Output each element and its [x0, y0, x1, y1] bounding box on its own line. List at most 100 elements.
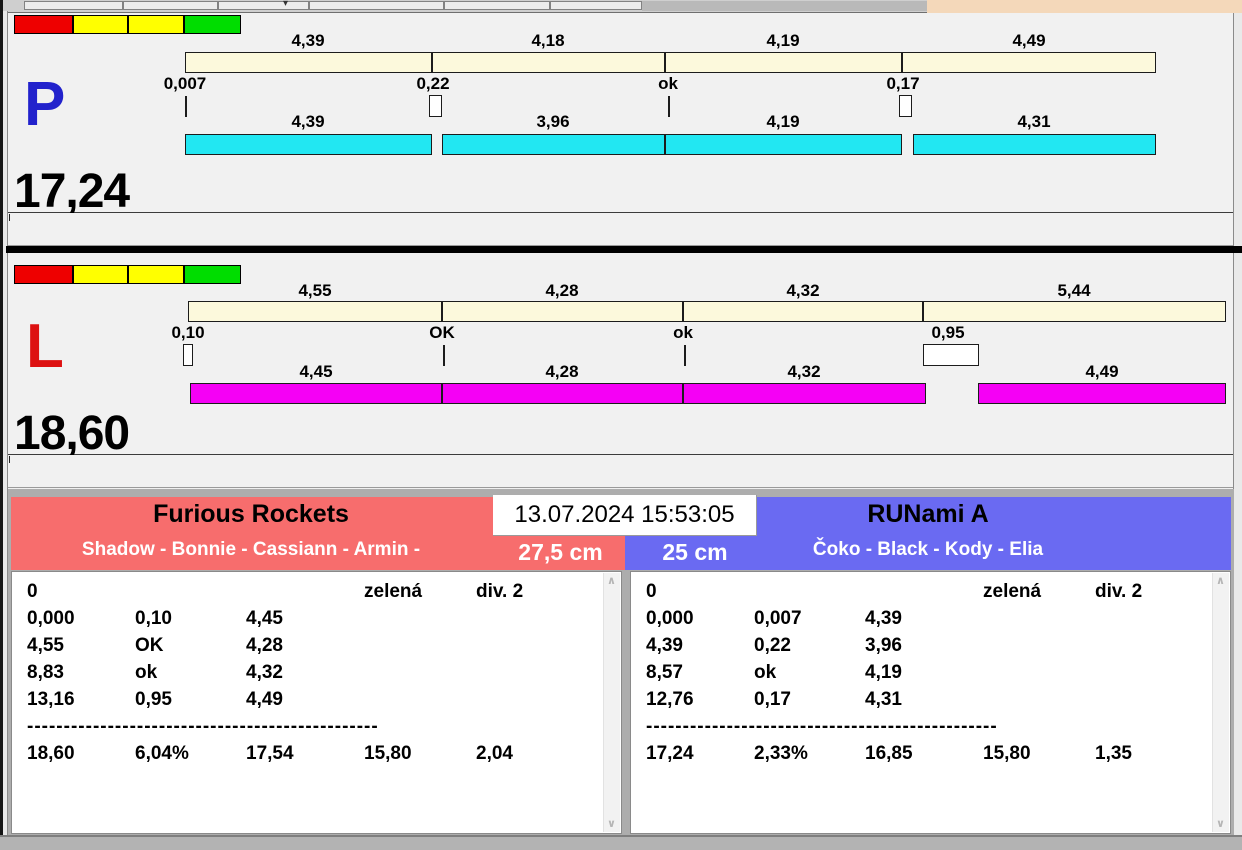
lane-l-run-bar-segment	[442, 383, 683, 404]
scrollbar-down-icon[interactable]: ∨	[604, 816, 619, 832]
lane-p-exchange-label: ok	[658, 74, 678, 93]
lane-p-label: P	[24, 70, 66, 139]
timeline-origin-tick	[9, 214, 10, 221]
lane-l-split-label: 4,55	[298, 281, 332, 300]
table-separator: ----------------------------------------…	[646, 716, 998, 737]
team-right-jump-height: 25 cm	[662, 539, 728, 565]
lane-l-label: L	[26, 312, 64, 381]
net-time: 16,85	[865, 742, 913, 764]
faults-value: 0	[646, 580, 657, 602]
lane-l-split-label: 4,28	[545, 281, 579, 300]
lane-l-run-bar-segment	[683, 383, 926, 404]
swatch-red-icon	[14, 15, 73, 34]
dropdown-arrow-icon[interactable]: ▾	[283, 0, 288, 9]
toolbar-filler	[642, 1, 927, 11]
lane-p-exchange-label: 0,22	[416, 74, 450, 93]
team-right-results-box[interactable]: 0 zelená div. 2 0,000 0,007 4,39 4,39 0,…	[630, 571, 1231, 834]
lane-l-total-time: 18,60	[14, 407, 130, 460]
swatch-yellow-icon	[73, 15, 128, 34]
lane-p-exchange-label: 0,17	[886, 74, 920, 93]
table-row: 12,76 0,17 4,31	[646, 688, 902, 710]
category-value: zelená	[983, 580, 1042, 602]
lane-l-split-label: 4,32	[786, 281, 820, 300]
table-row: 4,55 OK 4,28	[27, 634, 283, 656]
table-separator: ----------------------------------------…	[27, 716, 379, 737]
lane-p-exchange-label: 0,007	[163, 74, 207, 93]
team-left-jump-height: 27,5 cm	[518, 539, 603, 565]
exchange-tick-marker	[668, 96, 670, 117]
table-row: 13,16 0,95 4,49	[27, 688, 283, 710]
lane-p-total-time: 17,24	[14, 165, 130, 218]
lane-l-exchange-label: ok	[673, 323, 693, 342]
team-left-name: Furious Rockets	[153, 500, 349, 528]
net-time: 17,54	[246, 742, 294, 764]
lane-l-split-bar-segment	[923, 301, 1226, 322]
lane-p-run-bar-segment	[665, 134, 902, 155]
lane-l-timeline-strip	[8, 455, 1233, 488]
lane-p-split-label: 4,18	[531, 31, 565, 50]
lane-p-split-label: 4,39	[291, 31, 325, 50]
table-row: 8,83 ok 4,32	[27, 661, 283, 683]
toolbar-segment	[24, 1, 123, 10]
swatch-green-icon	[184, 15, 241, 34]
exchange-window-box	[183, 344, 193, 366]
lane-l-run-bar-segment	[190, 383, 442, 404]
swatch-red-icon	[14, 265, 73, 284]
lane-p-split-bar-segment	[432, 52, 665, 73]
results-panel: Furious Rockets Shadow - Bonnie - Cassia…	[8, 489, 1234, 835]
lane-p-run-label: 4,19	[766, 112, 800, 131]
swatch-yellow-icon	[128, 15, 184, 34]
division-value: div. 2	[1095, 580, 1143, 602]
reference-time: 15,80	[983, 742, 1031, 764]
swatch-green-icon	[184, 265, 241, 284]
window-top-toolbar: ▾	[0, 0, 1242, 13]
lane-l-split-bar-segment	[442, 301, 683, 322]
window-bottom-frame	[0, 835, 1242, 850]
reference-time: 15,80	[364, 742, 412, 764]
vertical-scrollbar[interactable]: ∧ ∨	[1212, 573, 1229, 832]
lane-l-exchange-label: 0,10	[171, 323, 205, 342]
scrollbar-down-icon[interactable]: ∨	[1213, 816, 1228, 832]
scrollbar-up-icon[interactable]: ∧	[604, 573, 619, 589]
table-row: 0 zelená div. 2	[27, 578, 597, 605]
toolbar-segment	[218, 1, 309, 10]
table-summary-row: 18,60 6,04% 17,54 15,80 2,04	[27, 740, 597, 767]
toolbar-segment	[444, 1, 550, 10]
percent-diff: 6,04%	[135, 742, 189, 764]
lane-l-run-label: 4,32	[787, 362, 821, 381]
exchange-window-box	[429, 95, 442, 117]
swatch-yellow-icon	[128, 265, 184, 284]
timestamp: 13.07.2024 15:53:05	[493, 495, 757, 536]
table-row: 0,000 0,007 4,39	[646, 607, 902, 629]
toolbar-segment	[123, 1, 218, 10]
lane-p-run-label: 4,39	[291, 112, 325, 131]
exchange-tick-marker	[684, 345, 686, 366]
team-left-results-box[interactable]: 0 zelená div. 2 0,000 0,10 4,45 4,55 OK …	[11, 571, 622, 834]
table-summary-row: 17,24 2,33% 16,85 15,80 1,35	[646, 740, 1206, 767]
lane-p-split-label: 4,49	[1012, 31, 1046, 50]
table-row: 8,57 ok 4,19	[646, 661, 902, 683]
toolbar-segment	[309, 1, 444, 10]
total-time: 18,60	[27, 742, 75, 764]
lane-p-run-bar-segment	[913, 134, 1156, 155]
table-row: 0,000 0,10 4,45	[27, 607, 283, 629]
time-diff: 1,35	[1095, 742, 1132, 764]
lane-p-run-bar-segment	[442, 134, 665, 155]
lane-l-run-label: 4,28	[545, 362, 579, 381]
division-value: div. 2	[476, 580, 524, 602]
table-row: 4,39 0,22 3,96	[646, 634, 902, 656]
exchange-window-box	[923, 344, 979, 366]
lane-l-split-label: 5,44	[1057, 281, 1091, 300]
timing-app-window: ▾ P 4,39 4,18 4,19 4,49 0,007 0,22 ok 0,…	[0, 0, 1242, 850]
lane-divider-bar	[6, 246, 1242, 253]
lane-l-run-label: 4,49	[1085, 362, 1119, 381]
lane-l-run-bar-segment	[978, 383, 1226, 404]
background-window-strip	[927, 0, 1242, 13]
lane-l-run-label: 4,45	[299, 362, 333, 381]
scrollbar-up-icon[interactable]: ∧	[1213, 573, 1228, 589]
category-value: zelená	[364, 580, 423, 602]
vertical-scrollbar[interactable]: ∧ ∨	[603, 573, 620, 832]
lane-p-run-label: 4,31	[1017, 112, 1051, 131]
lane-p-run-label: 3,96	[536, 112, 570, 131]
team-left-members: Shadow - Bonnie - Cassiann - Armin -	[81, 539, 421, 560]
